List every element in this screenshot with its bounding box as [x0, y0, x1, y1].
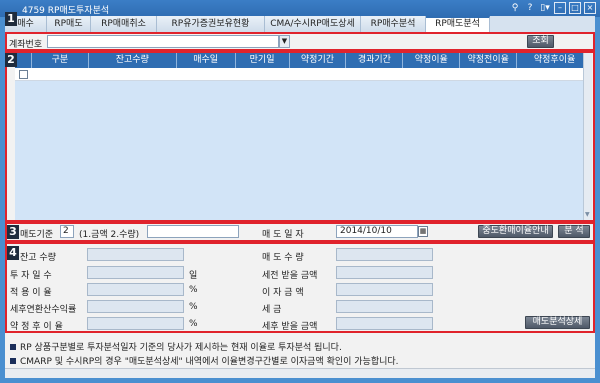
app-window: 4759 RP매도투자분석 ⚲ ? ▯▾ – □ × 매수 RP매도 RP매매취…	[0, 0, 600, 383]
help-icon[interactable]: ?	[524, 2, 536, 14]
aftertax-yield-field	[87, 300, 184, 313]
balance-qty-label: 잔고 수량	[20, 253, 56, 263]
note-2: CMARP 및 수시RP의 경우 "매도분석상세" 내역에서 이율변경구간별로 …	[10, 354, 399, 367]
tab-rp-securities[interactable]: RP유가증권보유현황	[157, 16, 265, 32]
tab-cma-sell-detail[interactable]: CMA/수시RP매도상세	[265, 16, 361, 32]
pin-icon[interactable]: ⚲	[509, 2, 521, 14]
apply-rate-unit: %	[189, 285, 198, 295]
tab-rp-buy-analysis[interactable]: RP매수분석	[361, 16, 426, 32]
pretax-amount-field	[336, 266, 433, 279]
sell-analysis-detail-button[interactable]: 매도분석상세	[525, 316, 590, 329]
table-row[interactable]	[15, 68, 592, 81]
aftertax-yield-label: 세후연환산수익률	[10, 305, 77, 315]
interest-label: 이 자 금 액	[262, 288, 304, 298]
invest-days-field	[87, 266, 184, 279]
tab-bar: 매수 RP매도 RP매매취소 RP유가증권보유현황 CMA/수시RP매도상세 R…	[5, 16, 595, 32]
grid-header-balance-qty: 잔고수량	[89, 53, 177, 68]
marker-2: 2	[5, 53, 17, 67]
grid-header-post-rate: 약정후이율	[533, 55, 576, 65]
grid-body[interactable]	[15, 68, 592, 220]
marker-4: 4	[7, 246, 19, 260]
title-bar: 4759 RP매도투자분석 ⚲ ? ▯▾ – □ ×	[0, 0, 600, 17]
note-1-text: RP 상품구분별로 투자분석일자 기준의 당사가 제시하는 현재 이율로 투자분…	[20, 343, 342, 353]
post-contract-rate-field	[87, 317, 184, 330]
note-1: RP 상품구분별로 투자분석일자 기준의 당사가 제시하는 현재 이율로 투자분…	[10, 340, 342, 353]
grid-header-buy-date: 매수일	[177, 53, 236, 68]
pretax-amount-label: 세전 받을 금액	[262, 271, 318, 281]
tax-field	[336, 300, 433, 313]
status-bar	[5, 368, 595, 378]
account-input[interactable]	[47, 35, 279, 48]
window-title: 4759 RP매도투자분석	[22, 6, 110, 16]
menu-icon[interactable]: ▯▾	[539, 2, 551, 14]
close-icon[interactable]: ×	[584, 2, 596, 14]
bullet-icon	[10, 344, 16, 350]
aftertax-yield-unit: %	[189, 302, 198, 312]
amount-input[interactable]	[147, 225, 239, 238]
post-contract-rate-label: 약 정 후 이 율	[10, 322, 63, 332]
marker-3: 3	[7, 225, 19, 239]
aftertax-amount-label: 세후 받을 금액	[262, 322, 318, 332]
query-button[interactable]: 조회	[527, 35, 554, 48]
sell-basis-input[interactable]: 2	[60, 225, 74, 238]
note-2-text: CMARP 및 수시RP의 경우 "매도분석상세" 내역에서 이율변경구간별로 …	[20, 357, 399, 367]
invest-days-label: 투 자 일 수	[10, 271, 52, 281]
apply-rate-field	[87, 283, 184, 296]
interest-field	[336, 283, 433, 296]
sell-date-input[interactable]: 2014/10/10	[336, 225, 418, 238]
sell-qty-label: 매 도 수 량	[262, 253, 304, 263]
balance-qty-field	[87, 248, 184, 261]
grid-header-type: 구분	[32, 53, 89, 68]
aftertax-amount-field	[336, 317, 433, 330]
analyze-button[interactable]: 분 석	[558, 225, 590, 238]
window-controls: ⚲ ? ▯▾ – □ ×	[509, 2, 596, 14]
apply-rate-label: 적 용 이 율	[10, 288, 52, 298]
minimize-icon[interactable]: –	[554, 2, 566, 14]
sell-date-label: 매 도 일 자	[262, 230, 304, 240]
sell-basis-hint: (1.금액 2.수량)	[79, 230, 140, 240]
sell-qty-field	[336, 248, 433, 261]
tab-rp-cancel[interactable]: RP매매취소	[91, 16, 157, 32]
account-dropdown-icon[interactable]: ▼	[279, 35, 290, 48]
maximize-icon[interactable]: □	[569, 2, 581, 14]
account-label: 계좌번호	[9, 40, 43, 50]
tab-rp-sell-analysis[interactable]: RP매도분석	[426, 16, 490, 32]
marker-1: 1	[5, 12, 17, 26]
grid-header-elapsed-period: 경과기간	[346, 53, 404, 68]
sell-basis-label: 매도기준	[20, 230, 54, 240]
grid-header-maturity: 만기일	[236, 53, 290, 68]
grid-header-contract-period: 약정기간	[290, 53, 347, 68]
invest-days-unit: 일	[189, 271, 198, 281]
row-checkbox[interactable]	[19, 70, 28, 79]
grid-header-select	[15, 53, 32, 68]
tax-label: 세 금	[262, 305, 282, 315]
calendar-icon[interactable]: ▦	[418, 226, 428, 237]
scroll-down-icon[interactable]: ▼	[585, 211, 590, 218]
early-redemption-guide-button[interactable]: 중도환매이율안내	[478, 225, 553, 238]
grid-header: 구분 잔고수량 매수일 만기일 약정기간 경과기간 약정이율 약정전이율 약정후…	[15, 53, 592, 68]
bullet-icon	[10, 358, 16, 364]
grid-header-contract-rate: 약정이율	[403, 53, 461, 68]
post-contract-rate-unit: %	[189, 319, 198, 329]
grid-scrollbar[interactable]: ▼	[583, 53, 592, 220]
grid-header-pre-rate: 약정전이율	[460, 53, 518, 68]
tab-rp-sell[interactable]: RP매도	[47, 16, 91, 32]
